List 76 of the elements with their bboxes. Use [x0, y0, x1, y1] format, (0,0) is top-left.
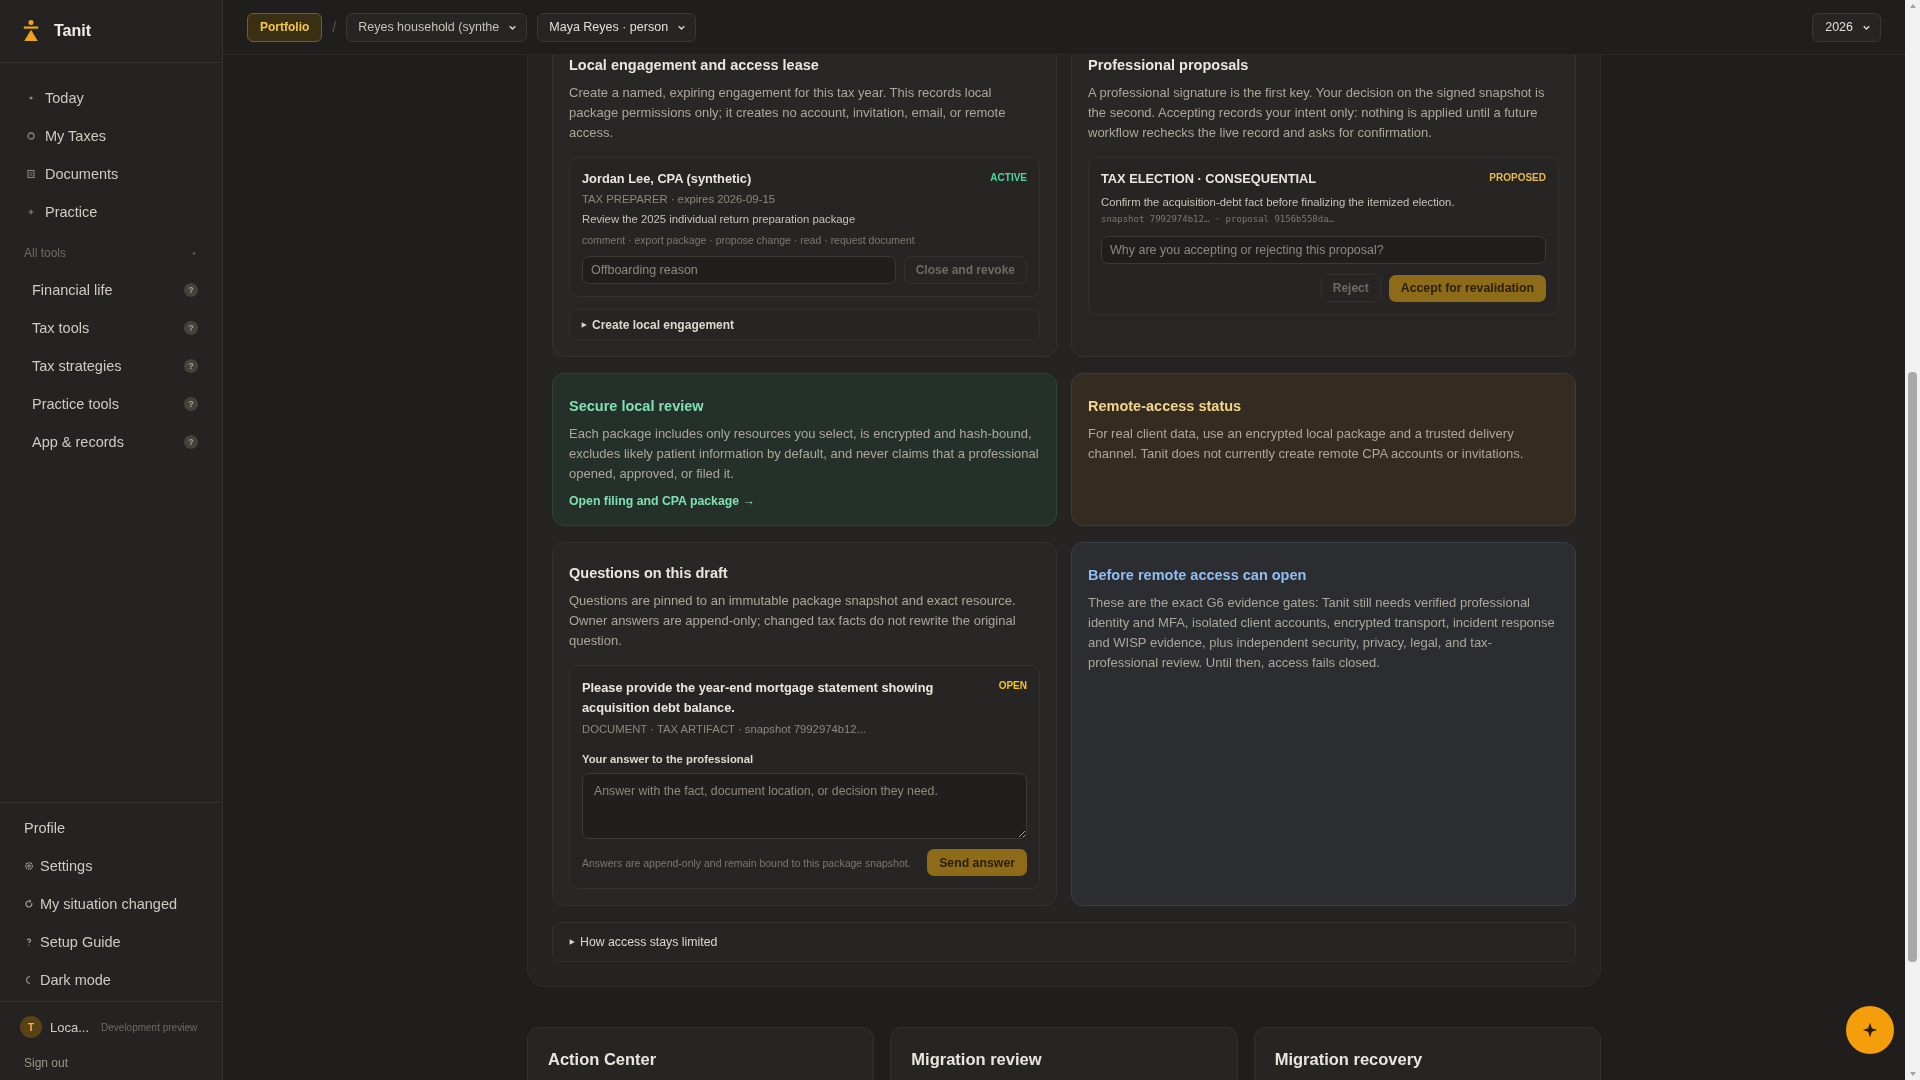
logo-icon	[22, 19, 40, 43]
refresh-icon	[24, 899, 34, 909]
card-description: Create a named, expiring engagement for this tax year. This records local package permissions only; it creates no account, invitation, email, or remote access.	[569, 84, 1007, 142]
sign-out-link[interactable]: Sign out	[20, 1056, 202, 1070]
proposal-text: Confirm the acquisition-debt fact before finalizing the itemized election.	[1101, 196, 1456, 208]
section-heading: All tools	[24, 246, 67, 260]
triangle-right-icon	[580, 320, 588, 329]
help-badge[interactable]: ?	[184, 321, 198, 335]
permissions-list: comment · export package · propose change · read · request document	[582, 234, 1027, 246]
breadcrumb-separator: /	[332, 19, 337, 35]
question-meta: DOCUMENT · TAX ARTIFACT · snapshot 7992974b12...	[582, 723, 867, 735]
status-label: PROPOSED	[1489, 172, 1546, 183]
card-title: Professional proposals	[1088, 57, 1250, 73]
card-title: Questions on this draft	[569, 565, 729, 581]
card-title: Action Center	[548, 1050, 658, 1069]
nav-item[interactable]: My Taxes	[0, 117, 222, 155]
tool-link[interactable]: App & records	[32, 434, 124, 450]
card-title: Migration recovery	[1274, 1050, 1424, 1069]
household-select[interactable]: Reyes household (synthe	[346, 12, 528, 42]
nav-item[interactable]: Practice	[0, 193, 222, 231]
engagement-role: TAX PREPARER · expires 2026-09-15	[582, 193, 776, 205]
year-select[interactable]: 2026	[1812, 12, 1881, 42]
help-badge[interactable]: ?	[184, 359, 198, 373]
footer-link[interactable]: Settings	[0, 847, 222, 885]
nav-item[interactable]: Today	[0, 79, 222, 117]
engagement-name: Jordan Lee, CPA (synthetic)	[582, 170, 752, 188]
card-description: For real client data, use an encrypted local package and a trusted delivery channel. Tanit does not currently create remote CPA accounts or invitations.	[1088, 425, 1525, 463]
help-badge[interactable]: ?	[184, 397, 198, 411]
create-engagement-toggle[interactable]: Create local engagement	[569, 309, 1040, 340]
environment-note: Development preview	[101, 1021, 198, 1033]
card-title: Before remote access can open	[1088, 567, 1308, 583]
person-select[interactable]: Maya Reyes · person	[537, 12, 697, 42]
help-badge[interactable]: ?	[184, 435, 198, 449]
card-description: Questions are pinned to an immutable package snapshot and exact resource. Owner answers are append-only; changed tax facts do not rewrite the original question.	[569, 592, 1017, 650]
card-title: Secure local review	[569, 398, 705, 414]
card-description: A professional signature is the first key. Your decision on the signed snapshot is the second. Accepting records your intent only: nothing is applied until a future workflow rechecks the live record and asks for confirmation.	[1088, 84, 1546, 142]
proposal-ids: snapshot 7992974b12… · proposal 9156b558da…	[1101, 214, 1335, 224]
answer-label: Your answer to the professional	[582, 753, 755, 765]
footer-link[interactable]: My situation changed	[0, 885, 222, 923]
triangle-right-icon	[568, 938, 576, 946]
nav-item[interactable]: Documents	[0, 155, 222, 193]
status-label: OPEN	[998, 680, 1027, 691]
app-name: Tanit	[54, 22, 92, 40]
proposal-category: TAX ELECTION · CONSEQUENTIAL	[1101, 170, 1317, 188]
engagement-scope: Review the 2025 individual return preparation package	[582, 213, 857, 225]
card-description: Each package includes only resources you select, is encrypted and hash-bound, excludes likely patient information by default, and never claims that a professional opened, approved, or filed it.	[569, 425, 1040, 483]
footer-link[interactable]: Setup Guide	[0, 923, 222, 961]
sparkle-icon	[1862, 1022, 1878, 1038]
portfolio-button[interactable]: Portfolio	[247, 12, 323, 42]
settings-icon	[24, 861, 34, 871]
circle-icon	[26, 131, 36, 141]
assistant-button[interactable]	[1846, 1006, 1894, 1054]
status-label: ACTIVE	[990, 172, 1027, 183]
footer-link[interactable]: Profile	[0, 809, 222, 847]
plus-icon	[26, 207, 36, 217]
package-link[interactable]: Open filing and CPA package →	[569, 494, 755, 508]
answer-note: Answers are append-only and remain bound to this package snapshot.	[582, 856, 911, 869]
card-title: Remote-access status	[1088, 398, 1243, 414]
answer-field[interactable]: Answer with the fact, document location, or decision they need.	[582, 773, 1027, 839]
tool-link[interactable]: Practice tools	[32, 396, 120, 412]
footer-link[interactable]: Dark mode	[0, 961, 222, 999]
avatar: T	[20, 1016, 42, 1038]
scrollbar[interactable]	[1905, 0, 1920, 1080]
tool-link[interactable]: Tax tools	[32, 320, 90, 336]
question-text: Please provide the year-end mortgage statement showing acquisition debt balance.	[582, 679, 935, 717]
help-badge[interactable]: ?	[184, 283, 198, 297]
card-title: Local engagement and access lease	[569, 57, 820, 73]
document-icon	[26, 169, 36, 179]
offboarding-reason-field[interactable]: Offboarding reason	[582, 256, 896, 284]
tool-link[interactable]: Financial life	[32, 282, 113, 298]
tool-link[interactable]: Tax strategies	[32, 358, 122, 374]
user-name: Loca...	[50, 1019, 90, 1035]
card-title: Migration review	[911, 1050, 1043, 1069]
decision-reason-field[interactable]: Why are you accepting or rejecting this proposal?	[1101, 236, 1546, 264]
access-limits-toggle[interactable]: How access stays limited	[552, 922, 1576, 962]
card-description: These are the exact G6 evidence gates: Tanit still needs verified professional identity and MFA, isolated client accounts, encrypted transport, incident response and WISP evidence, plus independent security, privacy, legal, and tax-professional review. Until then, access fails closed.	[1088, 594, 1556, 672]
